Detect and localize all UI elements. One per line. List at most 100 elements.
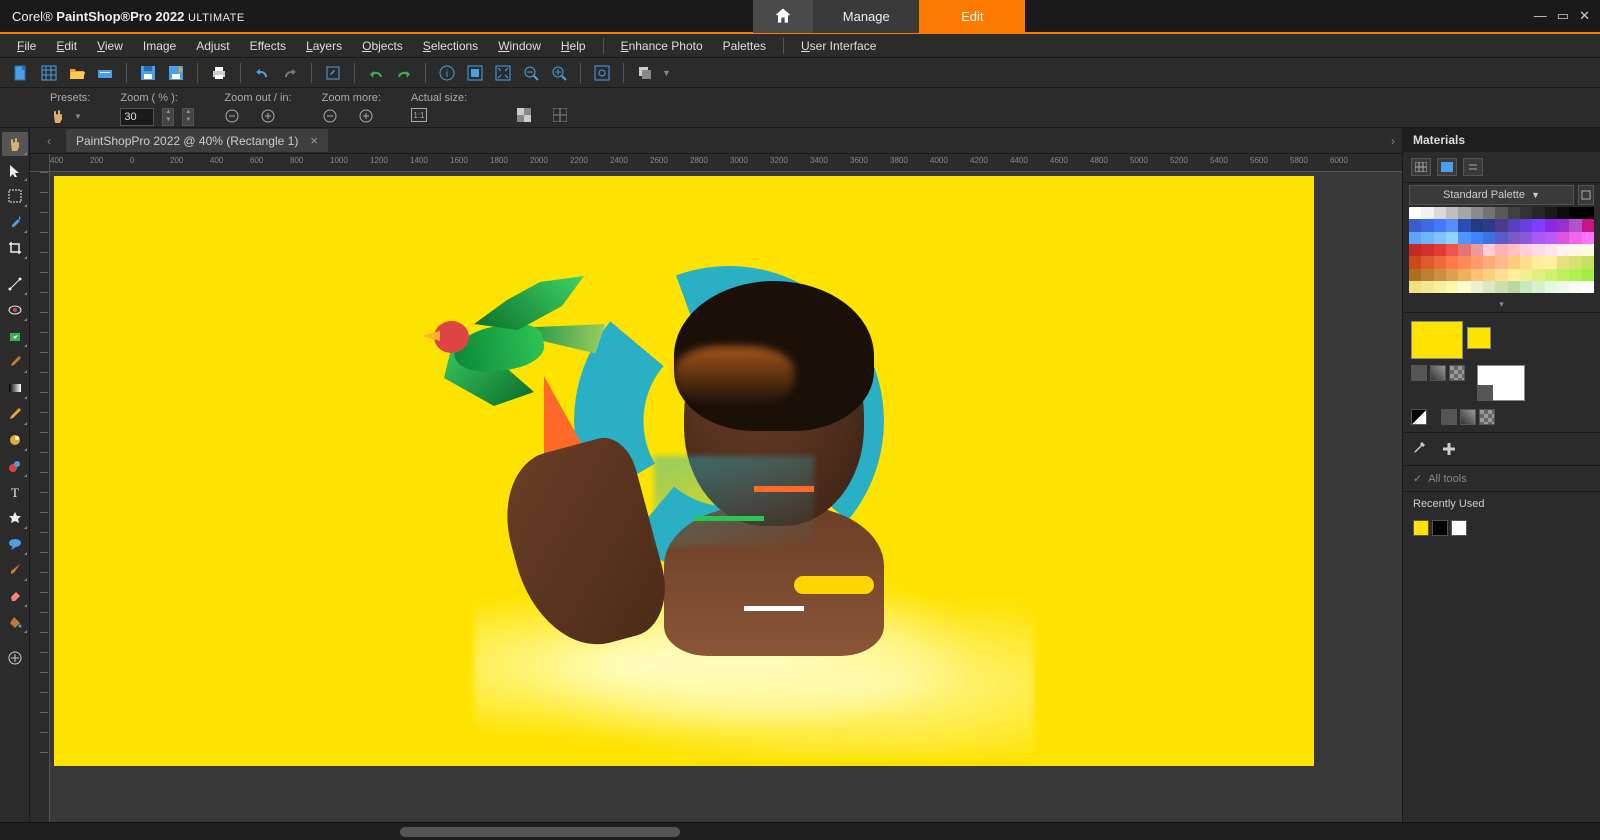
- dropper-tool[interactable]: [2, 210, 28, 234]
- color-swatch[interactable]: [1582, 269, 1594, 281]
- open-button[interactable]: [66, 62, 88, 84]
- color-swatch[interactable]: [1409, 256, 1421, 268]
- layers-button[interactable]: [634, 62, 656, 84]
- color-swatch[interactable]: [1458, 281, 1470, 293]
- undo-button[interactable]: [251, 62, 273, 84]
- style-btn-2[interactable]: [1460, 409, 1476, 425]
- color-swatch[interactable]: [1557, 207, 1569, 219]
- color-swatch[interactable]: [1508, 269, 1520, 281]
- selection-tool[interactable]: [2, 184, 28, 208]
- color-swatch[interactable]: [1421, 244, 1433, 256]
- color-swatch[interactable]: [1508, 256, 1520, 268]
- tabs-prev-button[interactable]: ‹: [40, 132, 58, 150]
- menu-effects[interactable]: Effects: [241, 36, 295, 56]
- color-swatch[interactable]: [1421, 207, 1433, 219]
- color-swatch[interactable]: [1421, 219, 1433, 231]
- gradient-tool[interactable]: [2, 376, 28, 400]
- color-swatch[interactable]: [1569, 256, 1581, 268]
- fg-style-gradient[interactable]: [1430, 365, 1446, 381]
- color-swatch[interactable]: [1483, 281, 1495, 293]
- color-swatch[interactable]: [1446, 219, 1458, 231]
- color-swatch[interactable]: [1508, 219, 1520, 231]
- full-screen-button[interactable]: [591, 62, 613, 84]
- grid-button[interactable]: [38, 62, 60, 84]
- color-swatch[interactable]: [1483, 207, 1495, 219]
- fit-screen-button[interactable]: [492, 62, 514, 84]
- color-swatch[interactable]: [1471, 232, 1483, 244]
- color-swatch[interactable]: [1545, 244, 1557, 256]
- text-tool[interactable]: T: [2, 480, 28, 504]
- fit-window-button[interactable]: [464, 62, 486, 84]
- color-swatch[interactable]: [1471, 281, 1483, 293]
- color-swatch[interactable]: [1495, 219, 1507, 231]
- color-swatch[interactable]: [1545, 269, 1557, 281]
- eraser-tool[interactable]: [2, 584, 28, 608]
- color-swatch[interactable]: [1582, 281, 1594, 293]
- color-swatch[interactable]: [1483, 256, 1495, 268]
- color-swatch[interactable]: [1409, 207, 1421, 219]
- recent-swatch[interactable]: [1451, 520, 1467, 536]
- background-swatch[interactable]: [1467, 327, 1491, 349]
- default-colors-button[interactable]: [1411, 409, 1427, 425]
- color-swatch[interactable]: [1545, 281, 1557, 293]
- color-swatch[interactable]: [1582, 207, 1594, 219]
- color-swatch[interactable]: [1434, 219, 1446, 231]
- menu-edit[interactable]: Edit: [47, 36, 86, 56]
- color-swatch[interactable]: [1520, 232, 1532, 244]
- color-swatch[interactable]: [1421, 256, 1433, 268]
- menu-palettes[interactable]: Palettes: [714, 36, 775, 56]
- tab-manage[interactable]: Manage: [813, 0, 919, 33]
- zoom-plus-icon[interactable]: [260, 108, 276, 124]
- color-swatch[interactable]: [1458, 244, 1470, 256]
- menu-help[interactable]: Help: [552, 36, 595, 56]
- color-swatch[interactable]: [1409, 232, 1421, 244]
- color-swatch[interactable]: [1471, 269, 1483, 281]
- color-swatch[interactable]: [1421, 232, 1433, 244]
- style-btn-3[interactable]: [1479, 409, 1495, 425]
- color-swatch[interactable]: [1520, 256, 1532, 268]
- color-swatch[interactable]: [1545, 232, 1557, 244]
- color-swatch[interactable]: [1495, 244, 1507, 256]
- menu-selections[interactable]: Selections: [414, 36, 487, 56]
- pan-tool[interactable]: [2, 132, 28, 156]
- zoom-minus-icon[interactable]: [224, 108, 240, 124]
- print-button[interactable]: [208, 62, 230, 84]
- color-swatch[interactable]: [1569, 281, 1581, 293]
- bg-style-solid[interactable]: [1477, 385, 1493, 401]
- tab-edit[interactable]: Edit: [919, 0, 1025, 33]
- redo-button[interactable]: [279, 62, 301, 84]
- new-file-button[interactable]: [10, 62, 32, 84]
- menu-adjust[interactable]: Adjust: [187, 36, 238, 56]
- all-tools-row[interactable]: ✓ All tools: [1403, 466, 1600, 492]
- color-swatch[interactable]: [1483, 269, 1495, 281]
- menu-user-interface[interactable]: User Interface: [792, 36, 885, 56]
- document-canvas[interactable]: [54, 176, 1314, 766]
- color-swatch[interactable]: [1532, 207, 1544, 219]
- shape-tool[interactable]: [2, 506, 28, 530]
- color-swatch[interactable]: [1545, 219, 1557, 231]
- color-swatch[interactable]: [1409, 244, 1421, 256]
- color-swatch[interactable]: [1446, 281, 1458, 293]
- color-swatch[interactable]: [1471, 219, 1483, 231]
- color-swatch[interactable]: [1582, 232, 1594, 244]
- horizontal-scrollbar[interactable]: [400, 827, 680, 837]
- style-btn-1[interactable]: [1441, 409, 1457, 425]
- close-tab-button[interactable]: ×: [310, 133, 318, 148]
- color-swatch[interactable]: [1508, 281, 1520, 293]
- zoom-spinner-2[interactable]: ▲▼: [182, 108, 194, 126]
- color-swatch[interactable]: [1421, 281, 1433, 293]
- color-swatch[interactable]: [1495, 232, 1507, 244]
- color-swatch[interactable]: [1458, 232, 1470, 244]
- color-swatch[interactable]: [1569, 207, 1581, 219]
- sliders-mode-button[interactable]: [1463, 158, 1483, 176]
- color-swatch[interactable]: [1545, 207, 1557, 219]
- minimize-button[interactable]: —: [1534, 8, 1547, 24]
- color-swatch[interactable]: [1458, 207, 1470, 219]
- maximize-button[interactable]: ▭: [1557, 8, 1569, 24]
- fg-style-pattern[interactable]: [1449, 365, 1465, 381]
- color-swatch[interactable]: [1458, 269, 1470, 281]
- smudge-tool[interactable]: [2, 428, 28, 452]
- color-swatch[interactable]: [1495, 207, 1507, 219]
- color-swatch[interactable]: [1582, 244, 1594, 256]
- straighten-tool[interactable]: [2, 272, 28, 296]
